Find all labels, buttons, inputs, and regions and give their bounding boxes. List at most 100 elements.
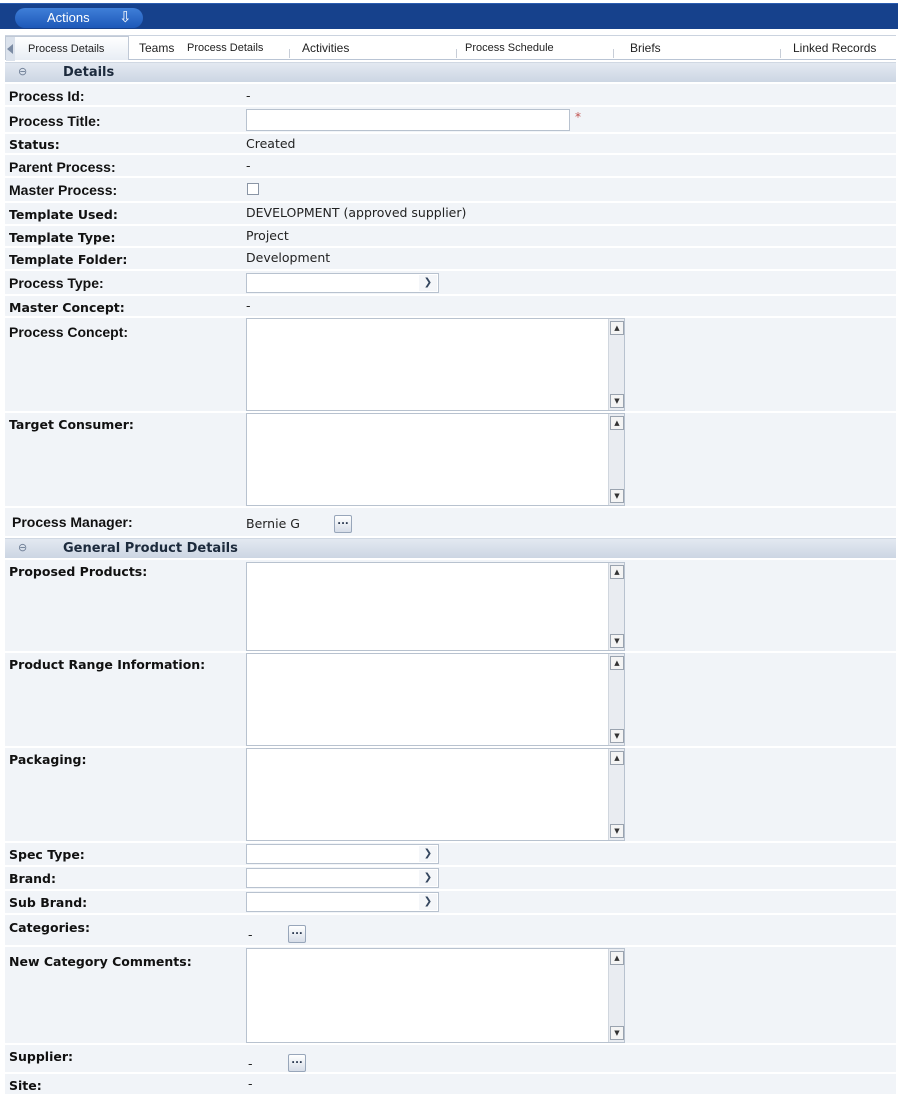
field-label: Process Id: [9, 88, 85, 104]
field-value: - [246, 298, 251, 313]
scrollbar[interactable]: ▲ ▼ [608, 319, 624, 410]
tab-label: Process Details [28, 43, 105, 55]
field-value: DEVELOPMENT (approved supplier) [246, 205, 467, 220]
field-label: Process Title: [9, 113, 101, 129]
required-marker: * [575, 110, 581, 124]
field-label: Master Concept: [9, 300, 125, 315]
field-value: - [248, 1076, 253, 1091]
spec-type-select[interactable]: ❯ [246, 844, 439, 864]
packaging-textarea[interactable]: ▲ ▼ [246, 748, 625, 841]
actions-button[interactable]: Actions ⇩ [15, 8, 143, 28]
process-concept-textarea[interactable]: ▲ ▼ [246, 318, 625, 411]
field-label: Template Used: [9, 207, 118, 222]
collapse-icon[interactable]: ⊖ [18, 541, 27, 554]
top-toolbar: Actions ⇩ [0, 0, 898, 33]
master-process-checkbox[interactable] [247, 183, 259, 195]
tab-process-schedule[interactable]: Process Schedule [465, 36, 554, 60]
field-value: - [246, 158, 251, 173]
chevron-down-icon[interactable]: ❯ [419, 275, 437, 291]
scroll-up-icon[interactable]: ▲ [610, 321, 624, 335]
scroll-down-icon[interactable]: ▼ [610, 824, 624, 838]
field-label: Brand: [9, 871, 56, 886]
product-range-information-textarea[interactable]: ▲ ▼ [246, 653, 625, 746]
target-consumer-textarea[interactable]: ▲ ▼ [246, 413, 625, 506]
field-value: Project [246, 228, 289, 243]
row-process-id: Process Id: - [5, 84, 896, 106]
chevron-down-icon[interactable]: ❯ [419, 894, 437, 910]
scrollbar[interactable]: ▲ ▼ [608, 563, 624, 650]
tab-scroll-left-icon[interactable] [6, 37, 15, 61]
actions-button-label: Actions [47, 10, 90, 25]
scrollbar[interactable]: ▲ ▼ [608, 414, 624, 505]
field-label: New Category Comments: [9, 954, 192, 969]
down-arrow-icon: ⇩ [119, 9, 132, 26]
tab-teams[interactable]: Teams [139, 36, 174, 60]
field-label: Template Folder: [9, 252, 128, 267]
supplier-picker-button[interactable]: ... [288, 1054, 306, 1072]
scroll-down-icon[interactable]: ▼ [610, 1026, 624, 1040]
collapse-icon[interactable]: ⊖ [18, 65, 27, 78]
scrollbar[interactable]: ▲ ▼ [608, 654, 624, 745]
scroll-up-icon[interactable]: ▲ [610, 416, 624, 430]
field-label: Proposed Products: [9, 564, 148, 579]
section-header-details[interactable]: ⊖ Details [5, 62, 896, 82]
chevron-down-icon[interactable]: ❯ [419, 846, 437, 862]
proposed-products-textarea[interactable]: ▲ ▼ [246, 562, 625, 651]
tab-divider [456, 49, 457, 58]
field-label: Process Type: [9, 275, 104, 291]
scroll-down-icon[interactable]: ▼ [610, 394, 624, 408]
tab-linked-records[interactable]: Linked Records [793, 36, 876, 60]
row-supplier: Supplier: - ... [5, 1045, 896, 1073]
process-type-select[interactable]: ❯ [246, 273, 439, 293]
categories-picker-button[interactable]: ... [288, 925, 306, 943]
scroll-down-icon[interactable]: ▼ [610, 729, 624, 743]
row-sub-brand: Sub Brand: ❯ [5, 891, 896, 914]
field-label: Status: [9, 137, 60, 152]
field-label: Product Range Information: [9, 657, 206, 672]
field-label: Target Consumer: [9, 417, 134, 432]
tab-activities[interactable]: Activities [302, 36, 349, 60]
row-status: Status: Created [5, 134, 896, 154]
new-category-comments-textarea[interactable]: ▲ ▼ [246, 948, 625, 1043]
field-value: Created [246, 136, 296, 151]
scroll-down-icon[interactable]: ▼ [610, 634, 624, 648]
scroll-up-icon[interactable]: ▲ [610, 656, 624, 670]
row-spec-type: Spec Type: ❯ [5, 843, 896, 866]
process-manager-picker-button[interactable]: ... [334, 515, 352, 533]
scrollbar[interactable]: ▲ ▼ [608, 749, 624, 840]
sub-brand-select[interactable]: ❯ [246, 892, 439, 912]
row-categories: Categories: - ... [5, 915, 896, 946]
tab-briefs[interactable]: Briefs [630, 36, 661, 60]
scroll-up-icon[interactable]: ▲ [610, 751, 624, 765]
section-title: General Product Details [63, 541, 238, 556]
row-process-type: Process Type: ❯ [5, 271, 896, 295]
process-title-input[interactable] [246, 109, 570, 131]
tab-bar: Process Details Teams Process Details Ac… [5, 35, 896, 61]
tab-divider [780, 49, 781, 58]
field-value: - [248, 927, 253, 942]
tab-process-details-active[interactable]: Process Details [5, 36, 129, 61]
field-value: - [248, 1056, 253, 1071]
field-label: Parent Process: [9, 159, 116, 175]
scrollbar[interactable]: ▲ ▼ [608, 949, 624, 1042]
section-header-general-product-details[interactable]: ⊖ General Product Details [5, 538, 896, 558]
scroll-up-icon[interactable]: ▲ [610, 565, 624, 579]
field-value: Bernie G [246, 516, 300, 531]
row-template-type: Template Type: Project [5, 226, 896, 247]
scroll-up-icon[interactable]: ▲ [610, 951, 624, 965]
row-proposed-products: Proposed Products: ▲ ▼ [5, 560, 896, 652]
row-template-used: Template Used: DEVELOPMENT (approved sup… [5, 203, 896, 225]
field-label: Spec Type: [9, 847, 85, 862]
brand-select[interactable]: ❯ [246, 868, 439, 888]
row-site: Site: - [5, 1074, 896, 1095]
section-title: Details [63, 65, 115, 80]
field-label: Template Type: [9, 230, 116, 245]
row-new-category-comments: New Category Comments: ▲ ▼ [5, 947, 896, 1044]
row-target-consumer: Target Consumer: ▲ ▼ [5, 413, 896, 507]
chevron-down-icon[interactable]: ❯ [419, 870, 437, 886]
field-label: Process Concept: [9, 324, 129, 340]
field-value: - [246, 88, 251, 103]
field-label: Master Process: [9, 182, 118, 198]
tab-process-details[interactable]: Process Details [187, 36, 263, 60]
scroll-down-icon[interactable]: ▼ [610, 489, 624, 503]
